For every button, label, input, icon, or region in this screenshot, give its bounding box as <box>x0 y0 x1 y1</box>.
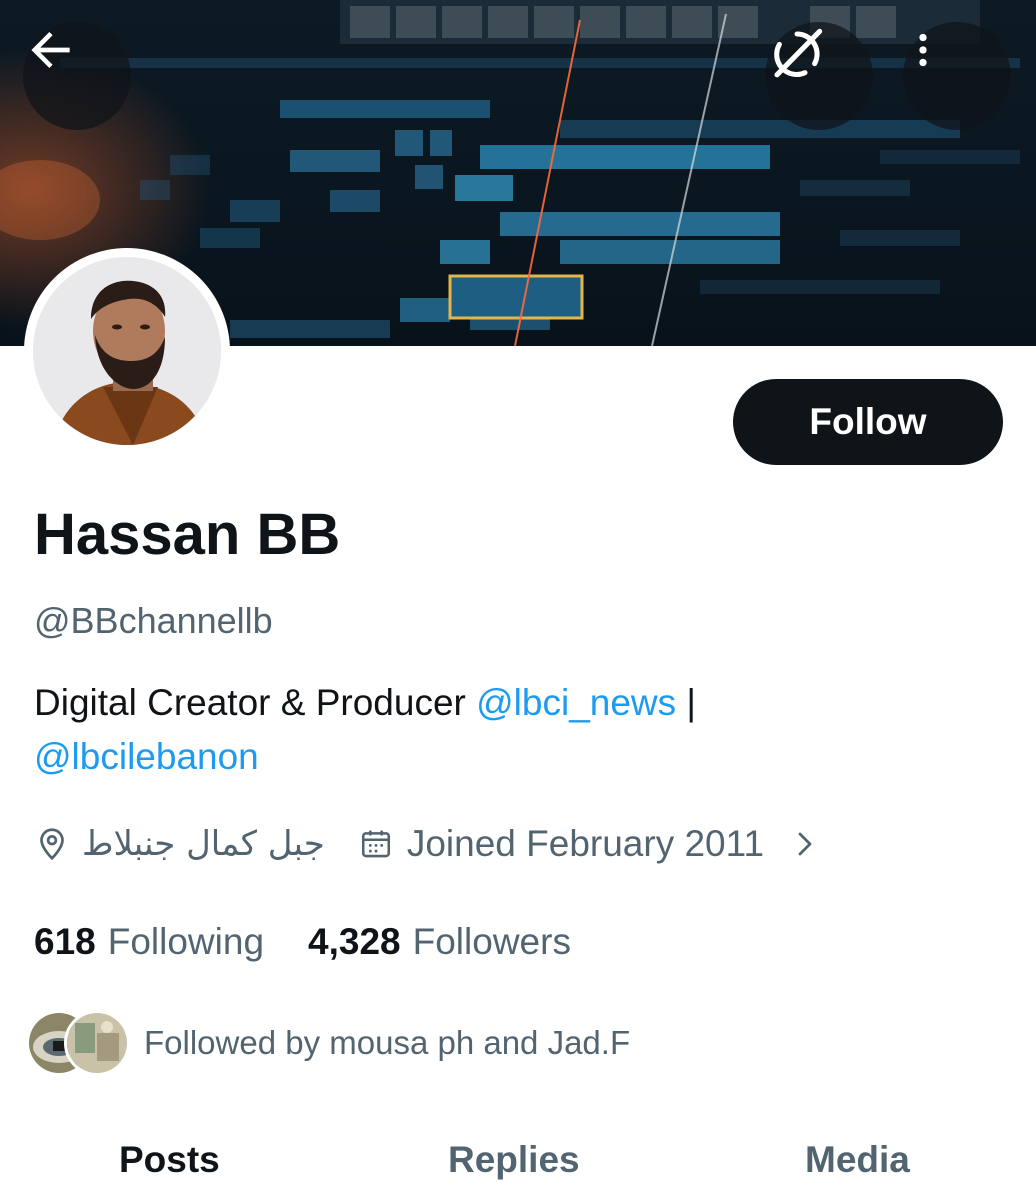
following-count: 618 <box>34 921 96 962</box>
avatar[interactable] <box>24 248 230 454</box>
avatar-photo <box>33 257 221 445</box>
following-label: Following <box>107 921 265 962</box>
chevron-right-icon <box>798 832 812 856</box>
more-vertical-icon <box>919 33 927 67</box>
joined-date: Joined February 2011 <box>406 823 765 864</box>
following-link[interactable]: 618 Following <box>34 916 264 968</box>
profile-meta: جبل كمال جنبلاط Joined February 2011 <box>34 814 820 874</box>
profile-bio: Digital Creator & Producer @lbci_news | @… <box>34 676 994 784</box>
back-button[interactable] <box>23 22 131 130</box>
user-handle: @BBchannellb <box>34 600 273 641</box>
grok-icon <box>774 28 823 78</box>
followers-label: Followers <box>412 921 571 962</box>
follower-avatar <box>64 1010 130 1076</box>
location-pin-icon <box>40 828 64 861</box>
about-profile-button[interactable] <box>790 827 820 861</box>
tab-posts[interactable]: Posts <box>119 1138 220 1182</box>
display-name: Hassan BB <box>34 502 341 567</box>
location-text: جبل كمال جنبلاط <box>82 824 325 864</box>
tab-replies[interactable]: Replies <box>448 1138 580 1182</box>
followed-by-row[interactable]: Followed by mousa ph and Jad.F <box>26 1010 630 1076</box>
bio-text: Digital Creator & Producer <box>34 682 477 723</box>
mention-link-lbcilebanon[interactable]: @lbcilebanon <box>34 736 259 777</box>
followers-count: 4,328 <box>308 921 401 962</box>
tab-media[interactable]: Media <box>805 1138 910 1182</box>
arrow-left-icon <box>31 32 70 68</box>
followers-link[interactable]: 4,328 Followers <box>308 916 571 968</box>
bio-separator: | <box>676 682 697 723</box>
profile-tabs: Posts Replies Media <box>0 1128 1036 1200</box>
more-options-button[interactable] <box>903 22 1011 130</box>
calendar-icon <box>361 830 390 858</box>
follow-button[interactable]: Follow <box>733 379 1003 465</box>
grok-button[interactable] <box>765 22 873 130</box>
mention-link-lbci-news[interactable]: @lbci_news <box>476 682 676 723</box>
followed-by-text: Followed by mousa ph and Jad.F <box>144 1024 631 1061</box>
follow-stats: 618 Following 4,328 Followers <box>34 916 571 968</box>
